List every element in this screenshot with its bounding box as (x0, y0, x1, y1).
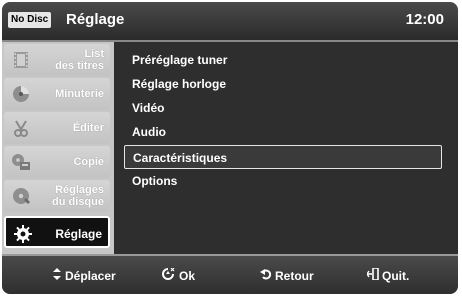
sidebar-item-label: Minuterie (55, 88, 104, 100)
sidebar: List des titres Minuterie Éditer Copie R… (2, 42, 114, 254)
sidebar-item-label: List (84, 48, 104, 60)
sidebar-item-label-line2: du disque (52, 196, 104, 208)
hint-ok: Ok (162, 267, 196, 283)
header-bar: No Disc Réglage 12:00 (2, 2, 458, 42)
enter-icon (162, 267, 176, 283)
sidebar-item-copy[interactable]: Copie (4, 146, 110, 178)
footer-hints: Déplacer Ok Retour Quit. (2, 254, 458, 294)
film-icon (10, 50, 32, 70)
sidebar-item-disc-settings[interactable]: Réglages du disque (4, 180, 110, 212)
hint-quit-label: Quit. (382, 268, 410, 283)
up-down-arrows-icon (52, 268, 62, 283)
clock: 12:00 (405, 11, 444, 28)
sidebar-item-label: Éditer (72, 122, 104, 134)
exit-icon (366, 267, 379, 283)
menu-item-features[interactable]: Caractéristiques (124, 145, 442, 169)
copy-icon (10, 152, 32, 172)
no-disc-badge: No Disc (8, 12, 52, 28)
hint-ok-label: Ok (179, 268, 196, 283)
sidebar-item-timer[interactable]: Minuterie (4, 78, 110, 110)
menu-item-options[interactable]: Options (124, 169, 442, 193)
hint-back-label: Retour (275, 268, 314, 283)
sidebar-item-label-line2: des titres (55, 60, 104, 72)
hint-move-label: Déplacer (65, 268, 116, 283)
sidebar-item-setup[interactable]: Réglage (4, 216, 110, 248)
sidebar-item-label: Réglages (55, 184, 104, 196)
menu-panel: Préréglage tuner Réglage horloge Vidéo A… (114, 42, 458, 254)
setup-window: No Disc Réglage 12:00 List des titres Mi… (2, 2, 458, 294)
scissors-icon (10, 118, 32, 138)
menu-item-clock-setup[interactable]: Réglage horloge (124, 72, 442, 96)
menu-item-tuner-preset[interactable]: Préréglage tuner (124, 48, 442, 72)
timer-icon (10, 84, 32, 104)
sidebar-item-label: Copie (73, 156, 104, 168)
menu-item-video[interactable]: Vidéo (124, 96, 442, 120)
disc-icon (10, 186, 32, 206)
return-arrow-icon (260, 268, 272, 283)
hint-quit: Quit. (366, 267, 410, 283)
menu-item-audio[interactable]: Audio (124, 120, 442, 144)
sidebar-item-label: Réglage (55, 227, 102, 241)
sidebar-item-edit[interactable]: Éditer (4, 112, 110, 144)
sidebar-item-title-list[interactable]: List des titres (4, 44, 110, 76)
gear-icon (12, 224, 34, 244)
hint-move: Déplacer (52, 268, 116, 283)
hint-back: Retour (260, 268, 314, 283)
page-title: Réglage (66, 11, 125, 28)
